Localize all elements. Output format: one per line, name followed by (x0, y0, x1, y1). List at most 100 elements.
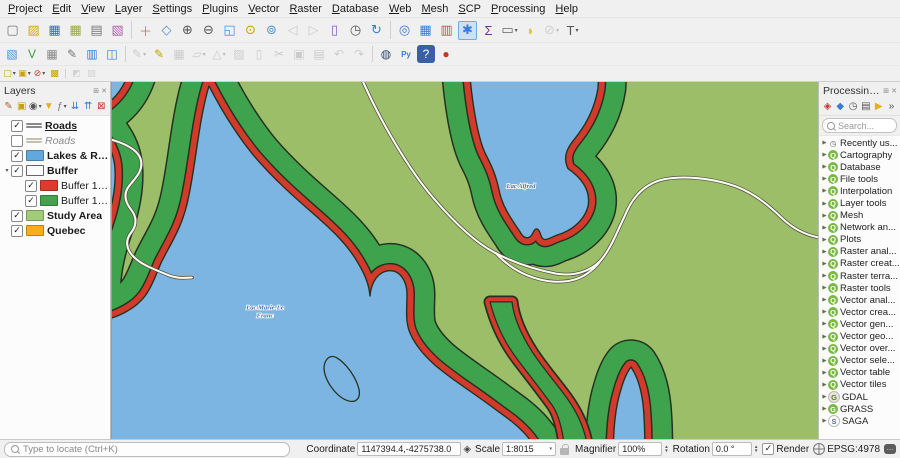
processing-toolbox-icon[interactable]: ✱ (458, 21, 477, 40)
add-wms-layer-icon[interactable]: ◫ (103, 45, 121, 63)
layer-buffer-group-label[interactable]: Buffer (47, 165, 78, 177)
zoom-full-icon[interactable]: ◱ (220, 21, 239, 40)
add-delimited-text-layer-icon[interactable]: ✎ (63, 45, 81, 63)
menu-plugins[interactable]: Plugins (197, 2, 243, 16)
magnifier-field[interactable]: 100% (618, 442, 662, 456)
menu-vector[interactable]: Vector (243, 2, 284, 16)
processing-group-database[interactable]: ▶QDatabase (819, 161, 900, 173)
add-raster-layer-icon[interactable]: ▦ (43, 45, 61, 63)
close-panel-icon[interactable]: ✕ (101, 87, 107, 95)
layer-buffer-100m[interactable]: ✓Buffer 100m (0, 193, 110, 208)
processing-group-grass[interactable]: ▶GGRASS (819, 403, 900, 415)
layer-quebec-label[interactable]: Quebec (47, 225, 86, 237)
filter-by-expression-icon[interactable]: ƒ▾ (56, 100, 68, 113)
toolbox-models-icon[interactable]: ◈ (822, 100, 834, 113)
layer-roads-2[interactable]: Roads (0, 133, 110, 148)
toolbox-options-icon[interactable]: ▶ (873, 100, 885, 113)
toolbox-results-icon[interactable]: ▤ (860, 100, 872, 113)
zoom-to-selection-icon[interactable]: ⊙ (241, 21, 260, 40)
menu-database[interactable]: Database (327, 2, 384, 16)
refresh-map-icon[interactable]: ↻ (367, 21, 386, 40)
processing-group-raster-terra[interactable]: ▶QRaster terra... (819, 270, 900, 282)
extents-toggle-icon[interactable]: ◈ (463, 444, 471, 455)
expander-icon[interactable]: ▶ (821, 249, 828, 255)
layer-buffer-100m-label[interactable]: Buffer 100m (61, 195, 110, 207)
processing-group-recently-us[interactable]: ▶◷Recently us... (819, 137, 900, 149)
text-annotation-icon[interactable]: T▾ (563, 21, 582, 40)
processing-group-plots[interactable]: ▶QPlots (819, 234, 900, 246)
processing-search-input[interactable]: Search... (822, 118, 897, 133)
measure-icon[interactable]: ▭▾ (500, 21, 519, 40)
pan-to-selection-icon[interactable]: ◇ (157, 21, 176, 40)
locate-input[interactable]: Type to locate (Ctrl+K) (4, 442, 290, 457)
processing-group-vector-over[interactable]: ▶QVector over... (819, 343, 900, 355)
processing-group-vector-geo[interactable]: ▶QVector geo... (819, 331, 900, 343)
expander-icon[interactable]: ▶ (821, 309, 828, 315)
layer-buffer-15m-checkbox[interactable]: ✓ (25, 180, 37, 192)
select-by-location-icon[interactable]: ▩ (48, 68, 61, 80)
magnifier-spinner[interactable]: ▲▼ (664, 445, 668, 453)
expander-icon[interactable]: ▶ (821, 176, 828, 182)
expander-icon[interactable]: ▶ (821, 164, 828, 170)
processing-group-saga[interactable]: ▶SSAGA (819, 415, 900, 427)
expander-icon[interactable]: ▶ (821, 346, 828, 352)
collapse-all-icon[interactable]: ⇈ (82, 100, 94, 113)
scale-combobox[interactable]: 1:8015▾ (502, 442, 556, 456)
pan-map-icon[interactable]: ＋ (136, 21, 155, 40)
select-features-icon[interactable]: ▢▾ (3, 68, 16, 80)
render-checkbox[interactable]: ✓ (762, 443, 774, 455)
layer-study-area-label[interactable]: Study Area (47, 210, 102, 222)
menu-layer[interactable]: Layer (110, 2, 148, 16)
expander-icon[interactable]: ▶ (821, 213, 828, 219)
deselect-features-icon[interactable]: ⊘▾ (33, 68, 46, 80)
rotation-field[interactable]: 0.0 ° (712, 442, 752, 456)
toggle-editing-icon[interactable]: ✎ (150, 45, 168, 63)
quickmapservices-icon[interactable]: ◍ (377, 45, 395, 63)
add-group-icon[interactable]: ▣ (16, 100, 28, 113)
statistical-summary-icon[interactable]: Σ (479, 21, 498, 40)
toolbox-history-icon[interactable]: ◷ (847, 100, 859, 113)
map-tips-icon[interactable]: ◗ (521, 21, 540, 40)
data-source-manager-icon[interactable]: ▧ (3, 45, 21, 63)
expander-icon[interactable]: ▶ (821, 321, 828, 327)
expander-icon[interactable]: ▶ (821, 201, 828, 207)
expander-icon[interactable]: ▶ (821, 394, 828, 400)
layer-buffer-group[interactable]: ▾✓ Buffer (0, 163, 110, 178)
epsg-button[interactable]: EPSG:4978 (827, 444, 880, 455)
processing-group-interpolation[interactable]: ▶QInterpolation (819, 185, 900, 197)
layer-roads[interactable]: ✓Roads (0, 118, 110, 133)
add-vector-layer-icon[interactable]: V (23, 45, 41, 63)
expander-icon[interactable]: ▶ (821, 334, 828, 340)
float-panel-icon[interactable]: ⊞ (93, 87, 99, 95)
processing-group-mesh[interactable]: ▶QMesh (819, 210, 900, 222)
expander-icon[interactable]: ▶ (821, 188, 828, 194)
menu-web[interactable]: Web (384, 2, 416, 16)
layer-lakes-rivers[interactable]: ✓Lakes & Rivers (0, 148, 110, 163)
menu-mesh[interactable]: Mesh (416, 2, 453, 16)
layer-study-area[interactable]: ✓Study Area (0, 208, 110, 223)
expander-icon[interactable]: ▾ (3, 167, 11, 174)
expander-icon[interactable]: ▶ (821, 406, 828, 412)
processing-group-layer-tools[interactable]: ▶QLayer tools (819, 197, 900, 209)
processing-group-file-tools[interactable]: ▶QFile tools (819, 173, 900, 185)
processing-group-raster-tools[interactable]: ▶QRaster tools (819, 282, 900, 294)
menu-processing[interactable]: Processing (486, 2, 550, 16)
coordinate-field[interactable]: 1147394.4,-4275738.0 (357, 442, 461, 456)
messages-icon[interactable]: … (884, 444, 896, 454)
expand-all-icon[interactable]: ⇊ (69, 100, 81, 113)
layer-buffer-group-checkbox[interactable]: ✓ (11, 165, 23, 177)
layer-buffer-15m[interactable]: ✓Buffer 15m (0, 178, 110, 193)
layer-lakes-rivers-label[interactable]: Lakes & Rivers (47, 150, 110, 162)
temporal-controller-icon[interactable]: ◷ (346, 21, 365, 40)
processing-group-vector-anal[interactable]: ▶QVector anal... (819, 294, 900, 306)
expander-icon[interactable]: ▶ (821, 225, 828, 231)
zoom-out-icon[interactable]: ⊖ (199, 21, 218, 40)
menu-project[interactable]: Project (3, 2, 47, 16)
expander-icon[interactable]: ▶ (821, 261, 828, 267)
processing-group-vector-gen[interactable]: ▶QVector gen... (819, 318, 900, 330)
select-features-by-value-icon[interactable]: ▣▾ (18, 68, 31, 80)
processing-group-vector-crea[interactable]: ▶QVector crea... (819, 306, 900, 318)
layer-roads-2-label[interactable]: Roads (45, 135, 75, 147)
remove-layer-icon[interactable]: ⊠ (95, 100, 107, 113)
processing-group-vector-sele[interactable]: ▶QVector sele... (819, 355, 900, 367)
